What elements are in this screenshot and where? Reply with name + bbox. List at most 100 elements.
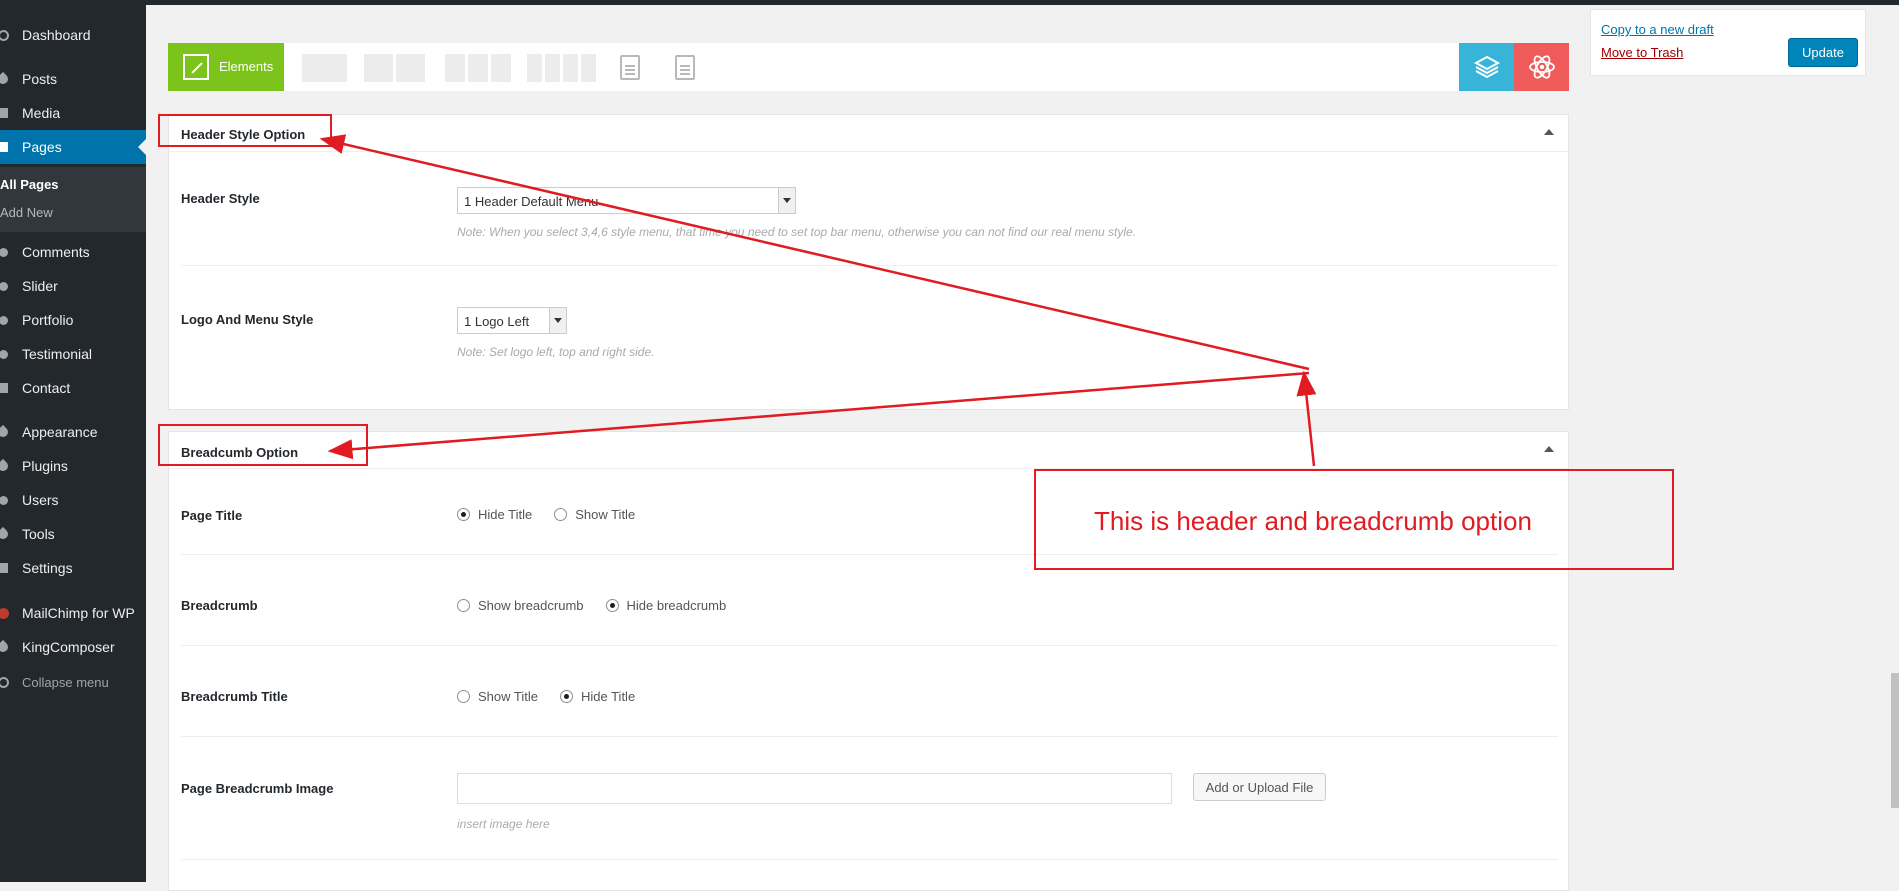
sidebar-item-portfolio[interactable]: Portfolio: [0, 303, 146, 337]
show-breadcrumb-label: Show breadcrumb: [478, 598, 584, 613]
show-title-radio[interactable]: [554, 508, 568, 521]
show-breadcrumb-title-radio[interactable]: [457, 690, 470, 703]
sidebar-item-pages[interactable]: Pages: [0, 130, 146, 164]
annotation-box-header: [158, 114, 332, 147]
header-style-panel-head[interactable]: Header Style Option: [169, 115, 1568, 152]
sidebar-item-label: Users: [22, 492, 59, 508]
move-trash-link[interactable]: Move to Trash: [1601, 45, 1683, 60]
sidebar-item-mailchimp[interactable]: MailChimp for WP: [0, 596, 146, 630]
sidebar-item-label: Testimonial: [22, 346, 93, 362]
divider: [181, 645, 1558, 646]
media-icon: [0, 106, 10, 120]
update-button[interactable]: Update: [1788, 38, 1858, 67]
elements-label: Elements: [219, 59, 274, 74]
sidebar-item-users[interactable]: Users: [0, 483, 146, 517]
show-breadcrumb-radio[interactable]: [457, 599, 470, 612]
sidebar-item-plugins[interactable]: Plugins: [0, 449, 146, 483]
sidebar-item-label: Plugins: [22, 458, 68, 474]
clipboard-icon[interactable]: [675, 55, 695, 80]
show-breadcrumb-title-label: Show Title: [478, 689, 538, 704]
sidebar-item-posts[interactable]: Posts: [0, 62, 146, 96]
breadcrumb-panel-head[interactable]: Breadcumb Option: [169, 432, 1568, 469]
sidebar-item-label: Comments: [22, 244, 90, 260]
breadcrumb-image-label: Page Breadcrumb Image: [181, 781, 334, 796]
layers-button[interactable]: [1459, 43, 1514, 91]
header-style-note: Note: When you select 3,4,6 style menu, …: [457, 225, 1137, 239]
collapse-menu-button[interactable]: Collapse menu: [0, 665, 146, 699]
portfolio-icon: [0, 313, 10, 327]
layout-3-column-button[interactable]: [445, 54, 511, 82]
sidebar-item-label: Posts: [22, 71, 58, 87]
layout-1-column-button[interactable]: [302, 54, 347, 82]
comment-icon: [0, 245, 10, 259]
submenu-all-pages[interactable]: All Pages: [0, 177, 59, 192]
sidebar-item-kingcomposer[interactable]: KingComposer: [0, 630, 146, 664]
admin-top-bar: [0, 0, 1899, 5]
sidebar-item-label: Settings: [22, 560, 73, 576]
breadcrumb-image-input[interactable]: [457, 773, 1172, 804]
sidebar-item-tools[interactable]: Tools: [0, 517, 146, 551]
atom-icon: [1528, 55, 1555, 79]
header-style-label: Header Style: [181, 191, 260, 206]
sidebar-item-dashboard[interactable]: Dashboard: [0, 18, 146, 52]
sidebar-item-label: Contact: [22, 380, 71, 396]
chevron-down-icon: [778, 188, 795, 213]
sidebar-item-appearance[interactable]: Appearance: [0, 415, 146, 449]
header-style-select[interactable]: 1 Header Default Menu: [457, 187, 796, 214]
breadcrumb-title-label: Breadcrumb Title: [181, 689, 288, 704]
sidebar-item-contact[interactable]: Contact: [0, 371, 146, 405]
header-style-panel: Header Style Option Header Style 1 Heade…: [168, 114, 1569, 410]
sidebar-item-label: KingComposer: [22, 639, 115, 655]
hide-title-radio[interactable]: [457, 508, 470, 521]
pin-icon: [0, 71, 11, 87]
collapse-arrow-icon[interactable]: [1544, 446, 1554, 452]
elements-button[interactable]: Elements: [168, 43, 284, 91]
sidebar-item-comments[interactable]: Comments: [0, 235, 146, 269]
copy-draft-link[interactable]: Copy to a new draft: [1601, 22, 1714, 37]
logo-style-select[interactable]: 1 Logo Left: [457, 307, 567, 334]
mailchimp-icon: [0, 606, 10, 620]
tools-icon: [0, 526, 11, 542]
dashboard-icon: [0, 28, 10, 42]
page-title-radio-group: Hide Title Show Title: [457, 507, 657, 522]
hide-breadcrumb-title-label: Hide Title: [580, 689, 636, 704]
kingcomposer-icon: [0, 639, 11, 655]
users-icon: [0, 493, 10, 507]
sidebar-item-label: MailChimp for WP: [22, 605, 135, 621]
hide-breadcrumb-title-radio[interactable]: [559, 690, 573, 703]
logo-style-note: Note: Set logo left, top and right side.: [457, 345, 655, 359]
collapse-arrow-icon[interactable]: [1544, 129, 1554, 135]
sidebar-item-label: Portfolio: [22, 312, 74, 328]
sidebar-item-label: Tools: [22, 526, 55, 542]
sidebar-item-label: Dashboard: [22, 27, 91, 43]
logo-style-value: 1 Logo Left: [464, 314, 530, 329]
scrollbar-thumb[interactable]: [1891, 673, 1899, 808]
sidebar-item-testimonial[interactable]: Testimonial: [0, 337, 146, 371]
hide-breadcrumb-label: Hide breadcrumb: [626, 598, 727, 613]
document-icon[interactable]: [620, 55, 640, 80]
sidebar-item-label: Appearance: [22, 424, 98, 440]
page-icon: [0, 140, 10, 154]
hide-breadcrumb-radio[interactable]: [605, 599, 619, 612]
divider: [181, 265, 1558, 266]
sidebar-item-media[interactable]: Media: [0, 96, 146, 130]
slider-icon: [0, 279, 10, 293]
contact-icon: [0, 381, 10, 395]
atom-button[interactable]: [1514, 43, 1569, 91]
sidebar-item-slider[interactable]: Slider: [0, 269, 146, 303]
layout-4-column-button[interactable]: [527, 54, 596, 82]
settings-icon: [0, 561, 10, 575]
upload-file-button[interactable]: Add or Upload File: [1193, 773, 1326, 801]
submenu-add-new[interactable]: Add New: [0, 205, 53, 220]
admin-sidebar: Dashboard Posts Media Pages All Pages Ad…: [0, 0, 146, 882]
breadcrumb-radio-group: Show breadcrumb Hide breadcrumb: [457, 598, 748, 613]
sidebar-item-label: Pages: [22, 139, 62, 155]
hide-title-label: Hide Title: [478, 507, 533, 522]
chevron-down-icon: [549, 308, 566, 333]
collapse-icon: [0, 675, 10, 689]
layout-2-column-button[interactable]: [364, 54, 425, 82]
annotation-text: This is header and breadcrumb option: [1094, 506, 1532, 536]
testimonial-icon: [0, 347, 10, 361]
annotation-box-breadcrumb: [158, 424, 368, 466]
sidebar-item-settings[interactable]: Settings: [0, 551, 146, 585]
